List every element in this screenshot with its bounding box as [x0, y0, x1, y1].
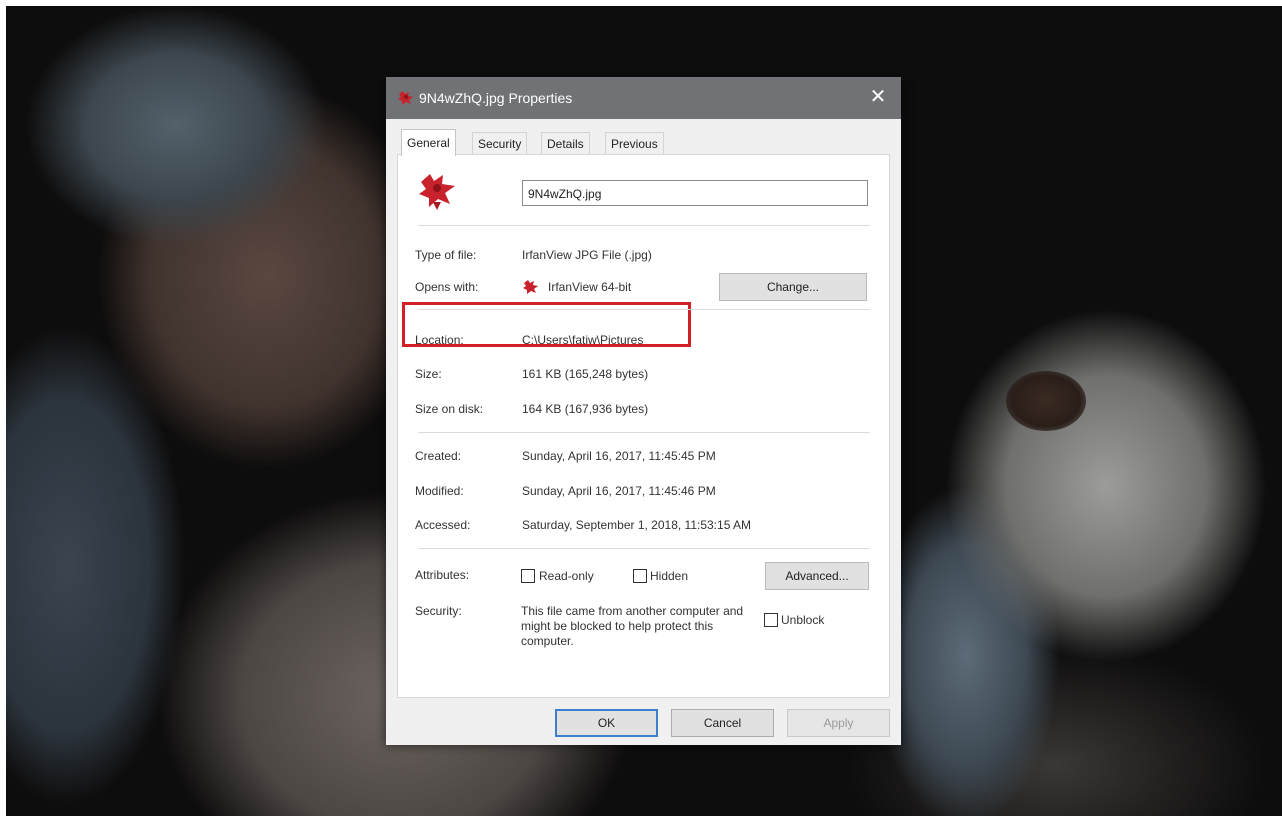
accessed-value: Saturday, September 1, 2018, 11:53:15 AM — [522, 518, 752, 532]
unblock-label[interactable]: Unblock — [781, 613, 824, 627]
title-bar[interactable]: 9N4wZhQ.jpg Properties ✕ — [386, 77, 901, 119]
tab-general[interactable]: General — [401, 129, 456, 156]
location-label: Location: — [415, 333, 464, 347]
general-panel: 9N4wZhQ.jpg Type of file: IrfanView JPG … — [397, 154, 890, 698]
location-value: C:\Users\fatiw\Pictures — [522, 333, 644, 347]
modified-label: Modified: — [415, 484, 464, 498]
size-label: Size: — [415, 367, 442, 381]
security-label: Security: — [415, 604, 462, 618]
tab-security[interactable]: Security — [472, 132, 528, 155]
accessed-label: Accessed: — [415, 518, 471, 532]
modified-value: Sunday, April 16, 2017, 11:45:46 PM — [522, 484, 716, 498]
properties-dialog: 9N4wZhQ.jpg Properties ✕ General Securit… — [386, 77, 901, 745]
security-message: This file came from another computer and… — [521, 604, 744, 648]
close-icon[interactable]: ✕ — [855, 77, 901, 119]
divider — [418, 225, 870, 226]
unblock-checkbox[interactable] — [764, 613, 778, 627]
file-name-input[interactable]: 9N4wZhQ.jpg — [522, 180, 868, 206]
attributes-label: Attributes: — [415, 568, 470, 582]
tab-details[interactable]: Details — [541, 132, 590, 155]
advanced-button[interactable]: Advanced... — [765, 562, 869, 590]
hidden-checkbox[interactable] — [633, 569, 647, 583]
created-value: Sunday, April 16, 2017, 11:45:45 PM — [522, 449, 716, 463]
size-on-disk-label: Size on disk: — [415, 402, 484, 416]
tab-previous-versions[interactable]: Previous Versions — [605, 132, 664, 173]
irfanview-icon — [523, 280, 538, 294]
opens-with-value: IrfanView 64-bit — [548, 280, 632, 294]
type-of-file-value: IrfanView JPG File (.jpg) — [522, 248, 652, 262]
created-label: Created: — [415, 449, 462, 463]
pumpkin-stem — [1006, 371, 1086, 431]
type-of-file-label: Type of file: — [415, 248, 477, 262]
hidden-label[interactable]: Hidden — [650, 569, 688, 583]
size-value: 161 KB (165,248 bytes) — [522, 367, 649, 381]
irfanview-icon — [398, 91, 413, 105]
opens-with-label: Opens with: — [415, 280, 479, 294]
irfanview-icon — [419, 174, 455, 210]
change-button[interactable]: Change... — [719, 273, 867, 301]
divider — [418, 309, 870, 310]
size-on-disk-value: 164 KB (167,936 bytes) — [522, 402, 649, 416]
divider — [418, 432, 870, 433]
apply-button[interactable]: Apply — [787, 709, 890, 737]
divider — [418, 548, 870, 549]
read-only-checkbox[interactable] — [521, 569, 535, 583]
window-title: 9N4wZhQ.jpg Properties — [419, 90, 573, 106]
ok-button[interactable]: OK — [555, 709, 658, 737]
read-only-label[interactable]: Read-only — [539, 569, 594, 583]
cancel-button[interactable]: Cancel — [671, 709, 774, 737]
